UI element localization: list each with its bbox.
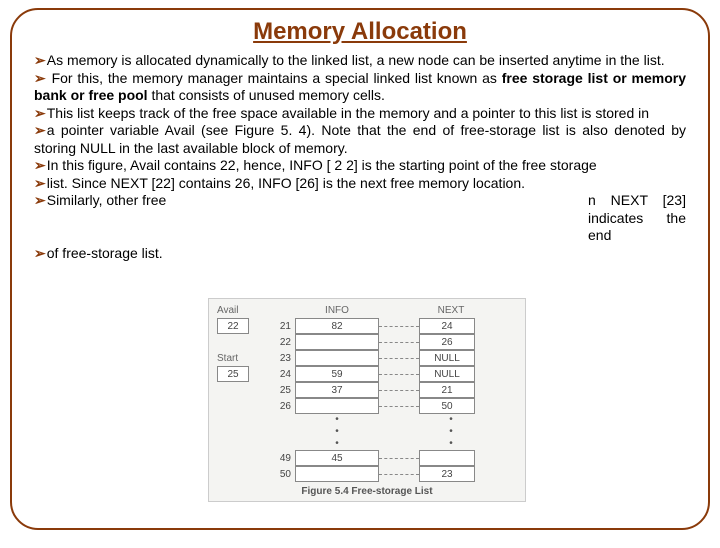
chevron-icon: ➢ — [34, 157, 47, 173]
figure-row: Start 23 NULL — [217, 350, 517, 366]
slide-body: ➢As memory is allocated dynamically to t… — [34, 52, 686, 262]
dot-icon: • — [295, 438, 379, 450]
figure-caption: Figure 5.4 Free-storage List — [217, 486, 517, 497]
start-label: Start — [217, 353, 267, 364]
figure-row: 50 23 — [217, 466, 517, 482]
chevron-icon: ➢ — [34, 105, 47, 121]
info-cell — [295, 398, 379, 414]
row-index: 26 — [267, 401, 295, 412]
row-index: 49 — [267, 453, 295, 464]
next-cell: 23 — [419, 466, 475, 482]
next-header: NEXT — [423, 305, 479, 316]
row-index: 24 — [267, 369, 295, 380]
chevron-icon: ➢ — [34, 122, 47, 138]
bullet-text: that consists of unused memory cells. — [148, 87, 385, 103]
bullet-1: ➢As memory is allocated dynamically to t… — [34, 52, 686, 70]
bullet-7-right: n NEXT [23] indicates the end — [588, 192, 686, 245]
chevron-icon: ➢ — [34, 192, 47, 208]
next-cell: NULL — [419, 366, 475, 382]
next-cell: 26 — [419, 334, 475, 350]
row-index: 23 — [267, 353, 295, 364]
arrow-icon — [379, 458, 419, 459]
info-cell: 45 — [295, 450, 379, 466]
bullet-7-row: ➢Similarly, other free n NEXT [23] indic… — [34, 192, 686, 245]
bullet-text: Similarly, other free — [47, 192, 167, 208]
avail-value: 22 — [217, 318, 249, 334]
arrow-icon — [379, 474, 419, 475]
bullet-3: ➢This list keeps track of the free space… — [34, 105, 686, 123]
arrow-icon — [379, 374, 419, 375]
figure-row: 49 45 — [217, 450, 517, 466]
slide-title: Memory Allocation — [34, 18, 686, 46]
figure-row: 26 50 — [217, 398, 517, 414]
chevron-icon: ➢ — [34, 245, 47, 261]
start-value: 25 — [217, 366, 249, 382]
figure-row: 22 21 82 24 — [217, 318, 517, 334]
row-index: 25 — [267, 385, 295, 396]
figure-header: Avail INFO NEXT — [217, 305, 517, 316]
arrow-icon — [379, 390, 419, 391]
dot-icon: • — [423, 438, 479, 450]
bullet-4: ➢a pointer variable Avail (see Figure 5.… — [34, 122, 686, 157]
bullet-text: of free-storage list. — [47, 245, 163, 261]
chevron-icon: ➢ — [34, 175, 47, 191]
bullet-text: In this figure, Avail contains 22, hence… — [47, 157, 597, 173]
bullet-5: ➢In this figure, Avail contains 22, henc… — [34, 157, 686, 175]
dot-icon: • — [295, 414, 379, 426]
slide-frame: Memory Allocation ➢As memory is allocate… — [10, 8, 710, 530]
figure-ellipsis: • • — [217, 438, 517, 450]
next-cell: 24 — [419, 318, 475, 334]
info-cell: 59 — [295, 366, 379, 382]
arrow-icon — [379, 342, 419, 343]
info-cell: 37 — [295, 382, 379, 398]
bullet-6: ➢list. Since NEXT [22] contains 26, INFO… — [34, 175, 686, 193]
info-cell — [295, 466, 379, 482]
bullet-7-left: ➢Similarly, other free — [34, 192, 166, 245]
row-index: 22 — [267, 337, 295, 348]
bullet-2: ➢ For this, the memory manager maintains… — [34, 70, 686, 105]
info-cell: 82 — [295, 318, 379, 334]
next-cell: 50 — [419, 398, 475, 414]
row-index: 21 — [267, 321, 295, 332]
dot-icon: • — [423, 414, 479, 426]
arrow-icon — [379, 358, 419, 359]
dot-icon: • — [295, 426, 379, 438]
figure-row: 25 37 21 — [217, 382, 517, 398]
chevron-icon: ➢ — [34, 52, 47, 68]
bullet-text: As memory is allocated dynamically to th… — [47, 52, 665, 68]
figure-ellipsis: • • — [217, 426, 517, 438]
info-cell — [295, 350, 379, 366]
figure-row: 22 26 — [217, 334, 517, 350]
arrow-icon — [379, 326, 419, 327]
bullet-8: ➢of free-storage list. — [34, 245, 686, 263]
info-cell — [295, 334, 379, 350]
chevron-icon: ➢ — [34, 70, 47, 86]
figure-ellipsis: • • — [217, 414, 517, 426]
bullet-text: a pointer variable Avail (see Figure 5. … — [34, 122, 686, 156]
row-index: 50 — [267, 469, 295, 480]
bullet-text: list. Since NEXT [22] contains 26, INFO … — [47, 175, 525, 191]
arrow-icon — [379, 406, 419, 407]
info-header: INFO — [295, 305, 379, 316]
next-cell: NULL — [419, 350, 475, 366]
figure-free-storage-list: Avail INFO NEXT 22 21 82 24 22 26 Start … — [208, 298, 526, 502]
figure-row: 25 24 59 NULL — [217, 366, 517, 382]
dot-icon: • — [423, 426, 479, 438]
bullet-text: This list keeps track of the free space … — [47, 105, 649, 121]
avail-label: Avail — [217, 305, 267, 316]
next-cell — [419, 450, 475, 466]
bullet-text: For this, the memory manager maintains a… — [47, 70, 502, 86]
next-cell: 21 — [419, 382, 475, 398]
